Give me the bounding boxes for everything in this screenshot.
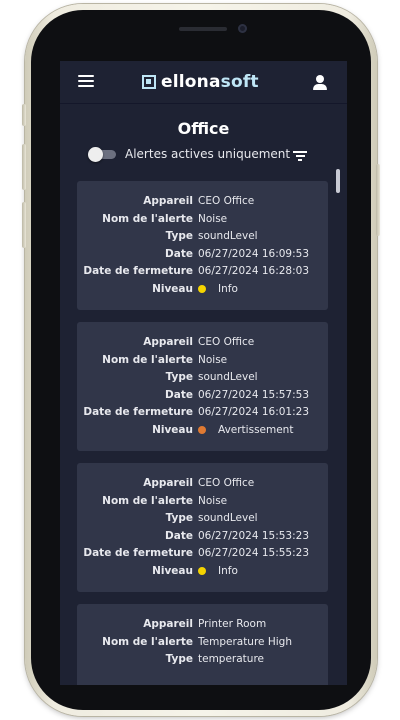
alert-row-type: Type soundLevel <box>77 512 328 530</box>
label-device: Appareil <box>143 195 193 207</box>
value-close-date: 06/27/2024 15:55:23 <box>198 547 310 559</box>
alert-row-name: Nom de l'alerte Noise <box>77 495 328 513</box>
alert-row-device: Appareil Printer Room <box>77 618 328 636</box>
alert-row-date: Date 06/27/2024 15:57:53 <box>77 389 328 407</box>
app-screen: ellonasoft Office Alertes actives unique… <box>60 61 347 685</box>
value-type: soundLevel <box>198 230 258 242</box>
value-type: soundLevel <box>198 371 258 383</box>
label-type: Type <box>165 653 193 665</box>
value-level: Info <box>218 282 238 295</box>
label-close-date: Date de fermeture <box>83 265 193 277</box>
alert-row-level: Niveau Info <box>77 283 328 301</box>
alert-card[interactable]: Appareil CEO Office Nom de l'alerte Nois… <box>77 463 328 592</box>
value-alert-name: Noise <box>198 494 228 507</box>
label-close-date: Date de fermeture <box>83 406 193 418</box>
alert-card[interactable]: Appareil CEO Office Nom de l'alerte Nois… <box>77 322 328 451</box>
user-icon[interactable] <box>313 75 327 90</box>
page-title: Office <box>177 119 230 138</box>
level-dot-icon <box>198 566 206 575</box>
label-type: Type <box>165 512 193 524</box>
app-logo: ellonasoft <box>142 70 259 94</box>
value-level: Info <box>218 564 238 577</box>
label-alert-name: Nom de l'alerte <box>102 212 193 225</box>
value-device: CEO Office <box>198 477 255 489</box>
alert-row-type: Type temperature <box>77 653 328 671</box>
alert-card[interactable]: Appareil CEO Office Nom de l'alerte Nois… <box>77 181 328 310</box>
alert-row-name: Nom de l'alerte Noise <box>77 213 328 231</box>
alert-row-level: Niveau Info <box>77 565 328 583</box>
label-type: Type <box>165 371 193 383</box>
alert-row-date: Date 06/27/2024 15:53:23 <box>77 530 328 548</box>
value-device: CEO Office <box>198 195 255 207</box>
value-type: soundLevel <box>198 512 258 524</box>
phone-volume-up-button <box>22 144 26 190</box>
alert-row-name: Nom de l'alerte Temperature High <box>77 636 328 654</box>
label-alert-name: Nom de l'alerte <box>102 494 193 507</box>
value-type: temperature <box>198 653 264 665</box>
label-device: Appareil <box>143 618 193 630</box>
active-alerts-toggle-label: Alertes actives uniquement <box>125 147 291 161</box>
label-type: Type <box>165 230 193 242</box>
label-alert-name: Nom de l'alerte <box>102 635 193 648</box>
logo-text-part2: soft <box>220 72 259 92</box>
alert-card[interactable]: Appareil Printer Room Nom de l'alerte Te… <box>77 604 328 685</box>
logo-text-part1: ellona <box>161 72 221 92</box>
ellonasoft-logo-mark-icon <box>142 75 156 89</box>
alert-row-type: Type soundLevel <box>77 230 328 248</box>
label-level: Niveau <box>152 423 193 436</box>
label-close-date: Date de fermeture <box>83 547 193 559</box>
phone-power-button <box>376 164 380 236</box>
value-alert-name: Noise <box>198 212 228 225</box>
alert-row-device: Appareil CEO Office <box>77 336 328 354</box>
value-device: Printer Room <box>198 618 267 630</box>
logo-wordmark: ellonasoft <box>161 72 259 92</box>
alert-row-device: Appareil CEO Office <box>77 477 328 495</box>
value-level: Avertissement <box>218 423 294 436</box>
phone-speaker <box>179 27 227 31</box>
label-device: Appareil <box>143 336 193 348</box>
label-date: Date <box>165 529 193 542</box>
label-date: Date <box>165 247 193 260</box>
value-close-date: 06/27/2024 16:28:03 <box>198 265 310 277</box>
alert-row-type: Type soundLevel <box>77 371 328 389</box>
value-close-date: 06/27/2024 16:01:23 <box>198 406 310 418</box>
filter-icon[interactable] <box>293 151 307 161</box>
value-device: CEO Office <box>198 336 255 348</box>
hamburger-menu-icon[interactable] <box>78 75 94 89</box>
level-dot-icon <box>198 425 206 434</box>
label-level: Niveau <box>152 282 193 295</box>
alert-row-device: Appareil CEO Office <box>77 195 328 213</box>
top-app-bar: ellonasoft <box>60 61 347 104</box>
value-date: 06/27/2024 15:53:23 <box>198 529 310 542</box>
alert-row-close-date: Date de fermeture 06/27/2024 15:55:23 <box>77 547 328 565</box>
alert-row-close-date: Date de fermeture 06/27/2024 16:28:03 <box>77 265 328 283</box>
active-alerts-toggle[interactable] <box>88 147 116 162</box>
value-alert-name: Temperature High <box>198 635 292 648</box>
value-date: 06/27/2024 16:09:53 <box>198 247 310 260</box>
alert-row-level: Niveau Avertissement <box>77 424 328 442</box>
phone-mute-switch <box>22 104 26 126</box>
value-date: 06/27/2024 15:57:53 <box>198 388 310 401</box>
phone-camera <box>238 24 247 33</box>
phone-volume-down-button <box>22 202 26 248</box>
label-level: Niveau <box>152 564 193 577</box>
value-alert-name: Noise <box>198 353 228 366</box>
label-alert-name: Nom de l'alerte <box>102 353 193 366</box>
alert-row-name: Nom de l'alerte Noise <box>77 354 328 372</box>
alert-row-date: Date 06/27/2024 16:09:53 <box>77 248 328 266</box>
alert-row-close-date: Date de fermeture 06/27/2024 16:01:23 <box>77 406 328 424</box>
level-dot-icon <box>198 284 206 293</box>
scrollbar-thumb[interactable] <box>336 169 340 193</box>
label-date: Date <box>165 388 193 401</box>
label-device: Appareil <box>143 477 193 489</box>
